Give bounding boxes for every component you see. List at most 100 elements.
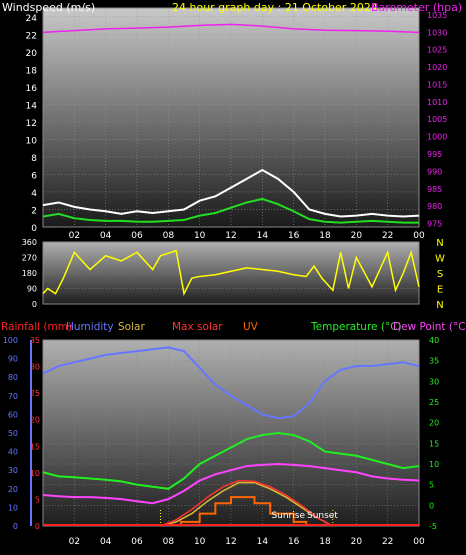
baro-tick-label: 1015	[427, 80, 447, 89]
hum-tick-label: 10	[8, 503, 18, 512]
dir-y-tick-label: 90	[27, 285, 37, 294]
compass-letter: E	[437, 285, 443, 296]
wind-x-tick-label: 02	[69, 231, 80, 241]
chart-title: 24 hour graph day : 21 October 2024	[172, 1, 378, 14]
compass-letter: N	[436, 238, 443, 249]
temp-tick-label: 20	[429, 419, 439, 428]
temp-x-tick-label: 18	[319, 537, 331, 547]
dir-y-ticks: 0 90 180 270 360	[22, 238, 37, 309]
legend-temperature: Temperature (°C)	[310, 321, 402, 333]
baro-axis-label: Barometer (hpa)	[371, 1, 462, 14]
compass-letter: W	[435, 254, 445, 265]
temp-x-tick-label: 16	[288, 537, 300, 547]
baro-tick-label: 975	[427, 220, 442, 229]
wind-x-tick-label: 16	[288, 231, 300, 241]
wind-y-tick-label: 20	[26, 49, 38, 59]
temp-tick-label: 0	[429, 501, 434, 510]
legend-solar: Solar	[118, 321, 145, 333]
wind-x-tick-label: 00	[413, 231, 425, 241]
temp-x-tick-label: 22	[382, 537, 393, 547]
temp-x-tick-label: 10	[194, 537, 206, 547]
wind-y-tick-label: 10	[26, 136, 38, 146]
wind-y-tick-label: 24	[26, 14, 38, 24]
temp-tick-label: 25	[429, 398, 439, 407]
wind-panel: 024681012141618202224 975980985990995100…	[2, 1, 462, 241]
temp-tick-label: 35	[429, 357, 439, 366]
hum-tick-label: 90	[8, 355, 18, 364]
sunrise-label: Sunrise	[271, 511, 305, 521]
temp-x-tick-label: 04	[100, 537, 112, 547]
rain-tick-label: 30	[30, 363, 40, 372]
baro-tick-label: 990	[427, 167, 442, 176]
wind-x-tick-label: 10	[194, 231, 206, 241]
wind-x-tick-label: 20	[351, 231, 363, 241]
wind-x-tick-label: 08	[163, 231, 175, 241]
baro-tick-label: 995	[427, 150, 442, 159]
baro-tick-label: 1005	[427, 115, 447, 124]
legend: Rainfall (mm) Humidity Solar Max solar U…	[1, 321, 466, 333]
legend-uv: UV	[243, 321, 259, 333]
baro-tick-label: 1030	[427, 28, 447, 37]
temp-tick-label: 30	[429, 377, 439, 386]
direction-plot-area	[42, 241, 420, 305]
weather-graph: 024681012141618202224 975980985990995100…	[1, 1, 466, 547]
baro-tick-label: 1000	[427, 133, 447, 142]
hum-tick-label: 100	[3, 336, 18, 345]
temp-tick-label: -5	[429, 522, 437, 531]
wind-y-tick-label: 6	[31, 171, 37, 181]
temp-panel: 0102030405060708090100 05101520253035 -5…	[3, 336, 439, 547]
hum-tick-label: 20	[8, 485, 18, 494]
compass-letter: S	[437, 269, 443, 280]
baro-tick-label: 1010	[427, 98, 447, 107]
dir-y-tick-label: 180	[22, 269, 37, 278]
temp-x-tick-label: 06	[131, 537, 143, 547]
baro-tick-label: 1020	[427, 63, 447, 72]
hum-tick-label: 70	[8, 392, 18, 401]
rain-tick-label: 25	[30, 389, 40, 398]
baro-tick-label: 985	[427, 185, 442, 194]
hum-tick-label: 80	[8, 373, 18, 382]
direction-panel: 090180270360 NWSEN	[22, 238, 445, 311]
temp-x-tick-label: 08	[163, 537, 175, 547]
wind-x-tick-label: 06	[131, 231, 143, 241]
hum-tick-label: 30	[8, 466, 18, 475]
wind-y-tick-label: 12	[26, 119, 37, 129]
wind-y-tick-label: 22	[26, 31, 37, 41]
rain-tick-label: 15	[30, 442, 40, 451]
sunset-label: Sunset	[307, 511, 338, 521]
dir-y-tick-label: 0	[32, 300, 37, 309]
hum-tick-label: 50	[8, 429, 18, 438]
rain-tick-label: 35	[30, 336, 40, 345]
rain-tick-label: 5	[35, 495, 40, 504]
dir-compass: NWSEN	[435, 238, 445, 311]
dir-y-tick-label: 360	[22, 238, 37, 247]
wind-y-tick-label: 0	[31, 224, 37, 234]
temp-tick-label: 5	[429, 481, 434, 490]
dir-y-tick-label: 270	[22, 254, 37, 263]
wind-x-tick-label: 04	[100, 231, 112, 241]
temp-x-tick-label: 14	[257, 537, 269, 547]
hum-ticks: 0 10 20 30 40 50 60 70 80 90 100	[3, 336, 18, 531]
temp-x-tick-label: 20	[351, 537, 363, 547]
legend-max-solar: Max solar	[172, 321, 223, 333]
temp-x-ticks: 02 04 06 08 10 12 14 16 18 20 22 00	[69, 537, 425, 547]
baro-tick-label: 1025	[427, 46, 447, 55]
wind-axis-label: Windspeed (m/s)	[2, 1, 95, 14]
compass-letter: N	[436, 300, 443, 311]
legend-rainfall: Rainfall (mm)	[1, 321, 72, 333]
wind-y-tick-label: 4	[31, 189, 37, 199]
wind-y-tick-label: 18	[26, 66, 38, 76]
rain-tick-label: 0	[35, 522, 40, 531]
baro-ticks: 975 980 985 990 995 1000 1005 1010 1015 1020 1025 1…	[427, 11, 447, 229]
rain-tick-label: 20	[30, 416, 40, 425]
temp-tick-label: 15	[429, 439, 439, 448]
legend-dewpoint: Dew Point (°C)	[393, 321, 466, 333]
wind-x-ticks: 02 04 06 08 10 12 14 16 18 20 22 00	[69, 231, 425, 241]
wind-x-tick-label: 22	[382, 231, 393, 241]
wind-y-tick-label: 2	[31, 206, 37, 216]
baro-tick-label: 980	[427, 202, 442, 211]
wind-y-tick-label: 14	[26, 101, 38, 111]
wind-x-tick-label: 12	[225, 231, 236, 241]
hum-tick-label: 0	[13, 522, 18, 531]
hum-tick-label: 60	[8, 410, 18, 419]
